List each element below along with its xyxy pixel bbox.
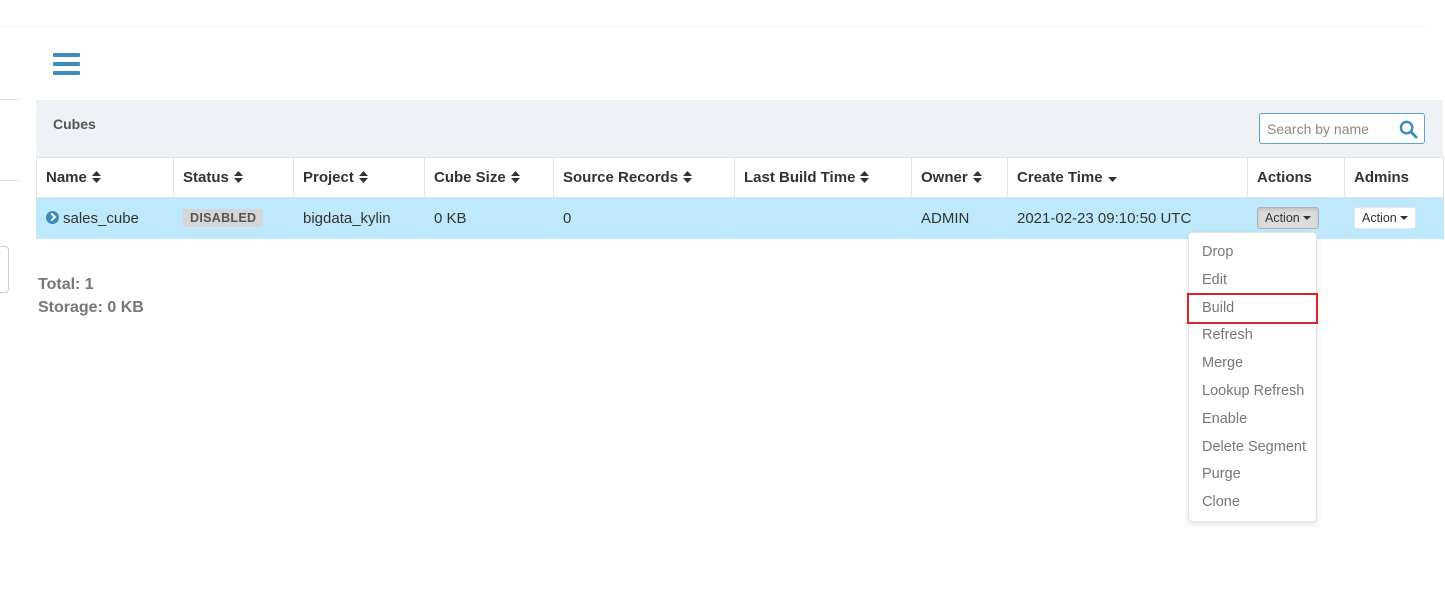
column-header-status[interactable]: Status — [173, 157, 294, 198]
menu-item-enable[interactable]: Enable — [1189, 406, 1316, 434]
column-header-project[interactable]: Project — [293, 157, 425, 198]
status-badge: DISABLED — [183, 209, 264, 228]
storage-total: Storage: 0 KB — [38, 299, 144, 316]
cubes-table: Name Status Project Cube Size Source Rec… — [36, 157, 1444, 239]
cell-last-build-time — [734, 197, 912, 239]
column-header-source-records[interactable]: Source Records — [553, 157, 735, 198]
cell-name[interactable]: sales_cube — [36, 197, 174, 239]
menu-item-merge[interactable]: Merge — [1189, 350, 1316, 378]
column-header-actions: Actions — [1247, 157, 1345, 198]
search-box[interactable] — [1259, 113, 1425, 144]
admins-dropdown-button[interactable]: Action — [1354, 207, 1416, 230]
column-header-last-build-time[interactable]: Last Build Time — [734, 157, 912, 198]
cell-status: DISABLED — [173, 197, 294, 239]
caret-down-icon — [1302, 216, 1311, 221]
sort-both-icon — [683, 171, 693, 183]
menu-item-lookup-refresh[interactable]: Lookup Refresh — [1189, 378, 1316, 406]
sort-both-icon — [860, 171, 870, 183]
cube-name: sales_cube — [63, 209, 139, 227]
panel-title: Cubes — [53, 116, 96, 132]
menu-item-refresh[interactable]: Refresh — [1189, 322, 1316, 350]
column-header-owner[interactable]: Owner — [911, 157, 1008, 198]
action-dropdown-menu: Drop Edit Build Refresh Merge Lookup Ref… — [1187, 232, 1318, 522]
column-header-create-time[interactable]: Create Time — [1007, 157, 1248, 198]
cell-project: bigdata_kylin — [293, 197, 425, 239]
sort-desc-icon — [1107, 177, 1117, 182]
sidebar-edge-line — [0, 99, 20, 100]
cell-source-records: 0 — [553, 197, 735, 239]
sort-both-icon — [233, 171, 243, 183]
menu-item-delete-segment[interactable]: Delete Segment — [1189, 434, 1316, 462]
sidebar-edge-line — [0, 180, 20, 181]
column-header-admins: Admins — [1344, 157, 1444, 198]
menu-item-purge[interactable]: Purge — [1189, 461, 1316, 489]
sort-both-icon — [91, 171, 101, 183]
menu-item-drop[interactable]: Drop — [1189, 239, 1316, 267]
column-header-cube-size[interactable]: Cube Size — [424, 157, 554, 198]
menu-item-edit[interactable]: Edit — [1189, 267, 1316, 295]
panel-header: Cubes — [36, 100, 1443, 157]
total-count: Total: 1 — [38, 276, 94, 293]
sort-both-icon — [358, 171, 368, 183]
sort-both-icon — [510, 171, 520, 183]
column-header-name[interactable]: Name — [36, 157, 174, 198]
hamburger-menu-icon[interactable] — [53, 53, 80, 77]
expand-row-icon[interactable] — [46, 210, 59, 224]
caret-down-icon — [1399, 216, 1408, 221]
menu-item-build[interactable]: Build — [1187, 292, 1318, 325]
top-divider — [0, 26, 1425, 27]
sort-both-icon — [972, 171, 982, 183]
cube-summary: Total: 1 Storage: 0 KB — [38, 273, 144, 319]
cubes-panel: Cubes Name Status Project Cube Size Sour… — [36, 100, 1444, 239]
cell-admins: Action — [1344, 197, 1444, 239]
actions-dropdown-button[interactable]: Action — [1257, 207, 1319, 230]
cell-cube-size: 0 KB — [424, 197, 554, 239]
cell-owner: ADMIN — [911, 197, 1008, 239]
sidebar-collapsed-tab[interactable] — [0, 246, 9, 293]
search-icon[interactable] — [1399, 120, 1418, 139]
table-header-row: Name Status Project Cube Size Source Rec… — [36, 157, 1444, 198]
search-input[interactable] — [1260, 114, 1394, 143]
menu-item-clone[interactable]: Clone — [1189, 489, 1316, 517]
